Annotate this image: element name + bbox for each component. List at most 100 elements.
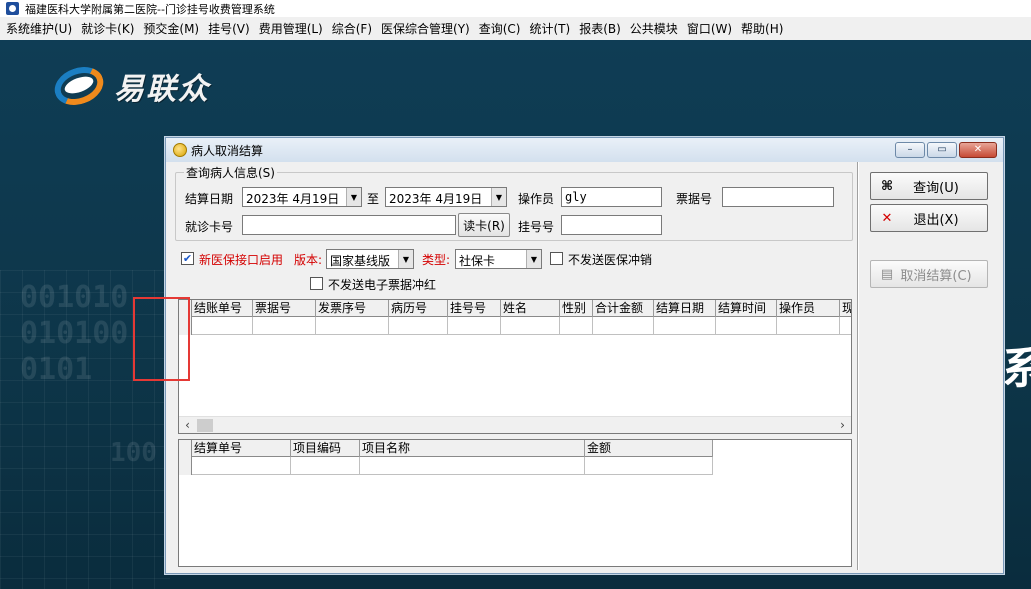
card-number-label: 就诊卡号 bbox=[185, 220, 234, 234]
new-insurance-checkbox[interactable]: ✔ bbox=[181, 252, 194, 265]
menu-statistics[interactable]: 统计(T) bbox=[527, 20, 577, 37]
dialog-title: 病人取消结算 bbox=[191, 143, 264, 158]
logo: 易联众 bbox=[48, 60, 210, 112]
chevron-down-icon[interactable]: ▼ bbox=[346, 188, 361, 206]
detail-grid[interactable]: 结算单号 项目编码 项目名称 金额 bbox=[178, 439, 852, 567]
column-header[interactable]: 病历号 bbox=[389, 300, 448, 317]
register-number-field[interactable] bbox=[561, 215, 662, 235]
exit-button[interactable]: ✕ 退出(X) bbox=[870, 204, 988, 232]
column-header[interactable]: 挂号号 bbox=[448, 300, 501, 317]
menu-registration[interactable]: 挂号(V) bbox=[206, 20, 257, 37]
table-row[interactable] bbox=[179, 457, 713, 475]
column-header[interactable]: 结算日期 bbox=[654, 300, 716, 317]
background-binary-decoration: 001010 010100 0101 bbox=[20, 280, 129, 387]
version-value: 国家基线版 bbox=[330, 254, 391, 268]
type-value: 社保卡 bbox=[459, 254, 496, 268]
card-number-field[interactable] bbox=[242, 215, 456, 235]
dialog-client-area: 查询病人信息(S) 结算日期 2023年 4月19日 ▼ 至 2023年 4月1… bbox=[173, 162, 995, 570]
column-header[interactable]: 现 bbox=[840, 300, 851, 317]
x-icon: ✕ bbox=[881, 210, 893, 226]
settlement-grid-header: 结账单号 票据号 发票序号 病历号 挂号号 姓名 性别 合计金额 结算日期 结算… bbox=[179, 300, 851, 317]
scrollbar-thumb[interactable] bbox=[197, 418, 213, 432]
query-button-label: 查询(U) bbox=[913, 180, 959, 196]
minimize-button[interactable]: – bbox=[895, 142, 925, 158]
cancel-settlement-dialog: 病人取消结算 – ▭ ✕ 查询病人信息(S) 结算日期 2023年 4月19日 … bbox=[165, 137, 1004, 574]
vertical-separator bbox=[857, 162, 859, 570]
menu-prepayment[interactable]: 预交金(M) bbox=[141, 20, 206, 37]
type-select[interactable]: 社保卡 ▼ bbox=[455, 249, 542, 269]
menu-public-module[interactable]: 公共模块 bbox=[628, 20, 685, 37]
app-title: 福建医科大学附属第二医院--门诊挂号收费管理系统 bbox=[25, 2, 275, 16]
chevron-down-icon[interactable]: ▼ bbox=[398, 250, 413, 268]
menu-window[interactable]: 窗口(W) bbox=[685, 20, 739, 37]
chevron-left-icon[interactable]: ‹ bbox=[179, 418, 196, 432]
menu-system-maintenance[interactable]: 系统维护(U) bbox=[4, 20, 79, 37]
document-icon: ▤ bbox=[880, 266, 894, 282]
no-send-einvoice-reverse-label: 不发送电子票据冲红 bbox=[328, 278, 437, 292]
exit-button-label: 退出(X) bbox=[913, 212, 959, 228]
no-send-einvoice-reverse-checkbox[interactable] bbox=[310, 277, 323, 290]
column-header[interactable]: 合计金额 bbox=[593, 300, 654, 317]
column-header[interactable]: 结算单号 bbox=[192, 440, 291, 457]
date-to-picker[interactable]: 2023年 4月19日 ▼ bbox=[385, 187, 507, 207]
type-label: 类型: bbox=[422, 253, 451, 267]
background-binary-decoration: 100 bbox=[110, 438, 157, 468]
chevron-right-icon[interactable]: › bbox=[834, 418, 851, 432]
settlement-grid[interactable]: 结账单号 票据号 发票序号 病历号 挂号号 姓名 性别 合计金额 结算日期 结算… bbox=[178, 299, 852, 434]
menu-query[interactable]: 查询(C) bbox=[477, 20, 528, 37]
to-label: 至 bbox=[367, 192, 380, 206]
table-row[interactable] bbox=[179, 317, 851, 335]
column-header[interactable]: 性别 bbox=[560, 300, 593, 317]
dialog-coin-icon bbox=[173, 143, 187, 157]
restore-button[interactable]: ▭ bbox=[927, 142, 957, 158]
menu-reports[interactable]: 报表(B) bbox=[577, 20, 628, 37]
close-button[interactable]: ✕ bbox=[959, 142, 997, 158]
menu-insurance-management[interactable]: 医保综合管理(Y) bbox=[379, 20, 477, 37]
operator-label: 操作员 bbox=[518, 192, 555, 206]
column-header[interactable]: 结账单号 bbox=[192, 300, 253, 317]
detail-grid-header: 结算单号 项目编码 项目名称 金额 bbox=[179, 440, 713, 457]
menu-fee-management[interactable]: 费用管理(L) bbox=[257, 20, 330, 37]
binoculars-icon: ⌘ bbox=[880, 178, 894, 194]
column-header[interactable]: 票据号 bbox=[253, 300, 316, 317]
cancel-settlement-button-label: 取消结算(C) bbox=[900, 268, 972, 284]
column-header[interactable]: 操作员 bbox=[777, 300, 840, 317]
read-card-button[interactable]: 读卡(R) bbox=[458, 213, 510, 237]
app-icon bbox=[6, 2, 19, 15]
app-title-bar: 福建医科大学附属第二医院--门诊挂号收费管理系统 bbox=[0, 0, 1031, 17]
query-button[interactable]: ⌘ 查询(U) bbox=[870, 172, 988, 200]
logo-mark-icon bbox=[48, 60, 110, 112]
menu-comprehensive[interactable]: 综合(F) bbox=[330, 20, 379, 37]
dialog-title-bar[interactable]: 病人取消结算 – ▭ ✕ bbox=[166, 138, 1003, 162]
column-header[interactable]: 项目名称 bbox=[360, 440, 585, 457]
column-header[interactable]: 金额 bbox=[585, 440, 713, 457]
column-header[interactable]: 发票序号 bbox=[316, 300, 389, 317]
register-number-label: 挂号号 bbox=[518, 220, 555, 234]
background-large-character: 系 bbox=[1002, 343, 1031, 394]
cancel-settlement-button[interactable]: ▤ 取消结算(C) bbox=[870, 260, 988, 288]
menu-bar: 系统维护(U) 就诊卡(K) 预交金(M) 挂号(V) 费用管理(L) 综合(F… bbox=[0, 17, 1031, 40]
column-header[interactable]: 姓名 bbox=[501, 300, 560, 317]
date-from-value: 2023年 4月19日 bbox=[246, 192, 340, 206]
highlight-box bbox=[133, 297, 190, 381]
settlement-grid-scrollbar[interactable]: ‹ › bbox=[179, 416, 851, 433]
chevron-down-icon[interactable]: ▼ bbox=[491, 188, 506, 206]
no-send-insurance-reverse-checkbox[interactable] bbox=[550, 252, 563, 265]
no-send-insurance-reverse-label: 不发送医保冲销 bbox=[568, 253, 653, 267]
logo-text: 易联众 bbox=[114, 72, 210, 107]
date-to-value: 2023年 4月19日 bbox=[389, 192, 483, 206]
version-select[interactable]: 国家基线版 ▼ bbox=[326, 249, 414, 269]
settle-date-label: 结算日期 bbox=[185, 192, 234, 206]
date-from-picker[interactable]: 2023年 4月19日 ▼ bbox=[242, 187, 362, 207]
version-label: 版本: bbox=[294, 253, 323, 267]
receipt-field[interactable] bbox=[722, 187, 834, 207]
query-patient-group: 查询病人信息(S) 结算日期 2023年 4月19日 ▼ 至 2023年 4月1… bbox=[175, 164, 853, 241]
chevron-down-icon[interactable]: ▼ bbox=[526, 250, 541, 268]
menu-visit-card[interactable]: 就诊卡(K) bbox=[79, 20, 141, 37]
new-insurance-label: 新医保接口启用 bbox=[199, 253, 284, 267]
operator-field[interactable]: gly bbox=[561, 187, 662, 207]
column-header[interactable]: 结算时间 bbox=[716, 300, 777, 317]
menu-help[interactable]: 帮助(H) bbox=[739, 20, 790, 37]
receipt-label: 票据号 bbox=[676, 192, 713, 206]
column-header[interactable]: 项目编码 bbox=[291, 440, 360, 457]
